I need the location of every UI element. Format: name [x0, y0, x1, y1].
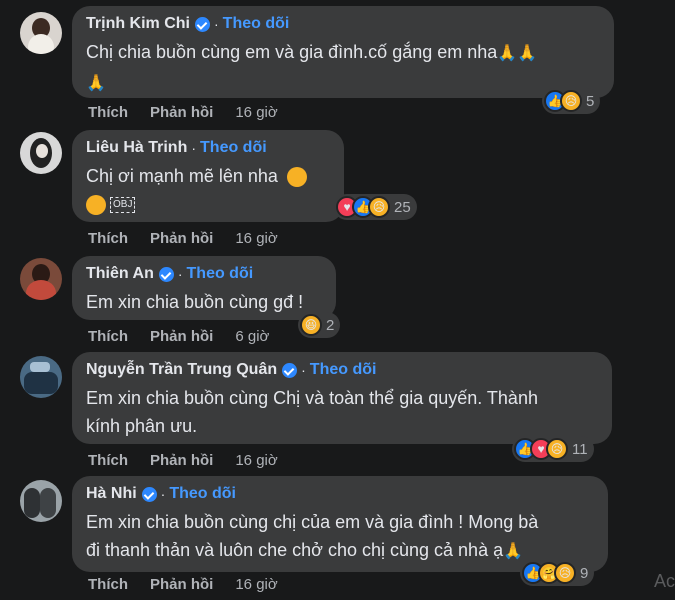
like-button[interactable]: Thích — [88, 452, 128, 469]
watermark-text: Ac — [653, 571, 675, 591]
reaction-count: 11 — [572, 440, 588, 458]
praying-hands-icon: 🙏🙏 — [497, 45, 538, 62]
reply-button[interactable]: Phản hồi — [150, 452, 213, 469]
comment-text-line: kính phân ưu. — [86, 416, 198, 436]
sad-reaction-icon: 😥 — [554, 562, 576, 584]
sad-reaction-icon: 😥 — [546, 438, 568, 460]
follow-link[interactable]: Theo dõi — [200, 138, 267, 158]
comment-text-line: đi thanh thản và luôn che chở cho chị cù… — [86, 540, 504, 560]
follow-link[interactable]: Theo dõi — [310, 360, 377, 380]
avatar[interactable] — [20, 12, 62, 54]
comment-timestamp[interactable]: 6 giờ — [235, 328, 269, 345]
separator-dot: · — [301, 362, 306, 378]
comment-actions: Thích Phản hồi 16 giờ — [88, 452, 300, 469]
separator-dot: · — [191, 140, 197, 156]
reaction-count: 5 — [586, 92, 595, 110]
commenter-name[interactable]: Nguyễn Trần Trung Quân — [86, 360, 277, 380]
reaction-summary[interactable]: 😆 2 — [298, 312, 341, 338]
comment-timestamp[interactable]: 16 giờ — [235, 452, 277, 469]
sad-reaction-icon: 😥 — [560, 90, 582, 112]
verified-badge-icon — [141, 486, 157, 502]
comment-text: Chị ơi mạnh mẽ lên nha OBJ — [86, 162, 330, 218]
reaction-count: 25 — [394, 198, 411, 216]
comment-bubble: Trịnh Kim Chi · Theo dõi Chị chia buồn c… — [72, 6, 614, 98]
reply-button[interactable]: Phản hồi — [150, 104, 213, 121]
commenter-name[interactable]: Hà Nhi — [86, 484, 137, 504]
comment-bubble: Liêu Hà Trinh · Theo dõi Chị ơi mạnh mẽ … — [72, 130, 344, 222]
frowning-face-icon — [286, 167, 307, 188]
comment-bubble: Thiên An · Theo dõi Em xin chia buồn cùn… — [72, 256, 336, 320]
comment-text-line: Chị chia buồn cùng em và gia đình.cố gắn… — [86, 42, 498, 62]
verified-badge-icon — [282, 362, 298, 378]
like-button[interactable]: Thích — [88, 328, 128, 345]
comment-text-line: Em xin chia buồn cùng gđ ! — [86, 292, 304, 312]
avatar[interactable] — [20, 480, 62, 522]
comment-text-line: Em xin chia buồn cùng Chị và toàn thể gi… — [86, 388, 538, 408]
reaction-summary[interactable]: 👍 ♥ 😥 11 — [512, 436, 594, 462]
verified-badge-icon — [158, 266, 174, 282]
haha-reaction-icon: 😆 — [300, 314, 322, 336]
avatar[interactable] — [20, 258, 62, 300]
comment-actions: Thích Phản hồi 16 giờ — [88, 230, 300, 247]
reaction-count: 2 — [326, 316, 335, 334]
comment-actions: Thích Phản hồi 16 giờ — [88, 104, 300, 121]
comment-text: Em xin chia buồn cùng Chị và toàn thể gi… — [86, 384, 598, 440]
separator-dot: · — [214, 16, 219, 32]
comment-bubble: Nguyễn Trần Trung Quân · Theo dõi Em xin… — [72, 352, 612, 444]
comment-actions: Thích Phản hồi 6 giờ — [88, 328, 291, 345]
comment-text-line: Chị ơi mạnh mẽ lên nha — [86, 166, 278, 186]
reaction-summary[interactable]: ♥ 👍 😥 25 — [334, 194, 417, 220]
pleading-face-icon — [86, 195, 106, 216]
separator-dot: · — [177, 266, 183, 282]
comment-timestamp[interactable]: 16 giờ — [235, 230, 277, 247]
like-button[interactable]: Thích — [88, 230, 128, 247]
comment-actions: Thích Phản hồi 16 giờ — [88, 576, 300, 593]
praying-hands-icon: 🙏 — [503, 543, 524, 560]
comment-text-line: Em xin chia buồn cùng chị của em và gia … — [86, 512, 539, 532]
reply-button[interactable]: Phản hồi — [150, 328, 213, 345]
separator-dot: · — [160, 486, 166, 502]
comment-timestamp[interactable]: 16 giờ — [235, 104, 277, 121]
comment-text: Em xin chia buồn cùng gđ ! — [86, 288, 322, 316]
object-placeholder: OBJ — [110, 197, 136, 214]
comment-timestamp[interactable]: 16 giờ — [235, 576, 277, 593]
follow-link[interactable]: Theo dõi — [223, 14, 290, 34]
reaction-count: 9 — [580, 564, 589, 582]
comment-text: Em xin chia buồn cùng chị của em và gia … — [86, 508, 594, 566]
reply-button[interactable]: Phản hồi — [150, 230, 213, 247]
comment-text: Chị chia buồn cùng em và gia đình.cố gắn… — [86, 38, 600, 98]
comment-bubble: Hà Nhi · Theo dõi Em xin chia buồn cùng … — [72, 476, 608, 572]
follow-link[interactable]: Theo dõi — [169, 484, 236, 504]
follow-link[interactable]: Theo dõi — [187, 264, 254, 284]
reaction-summary[interactable]: 👍 🤗 😥 9 — [520, 560, 595, 586]
sad-reaction-icon: 😥 — [368, 196, 390, 218]
like-button[interactable]: Thích — [88, 104, 128, 121]
like-button[interactable]: Thích — [88, 576, 128, 593]
reply-button[interactable]: Phản hồi — [150, 576, 213, 593]
reaction-summary[interactable]: 👍 😥 5 — [542, 88, 601, 114]
verified-badge-icon — [195, 16, 210, 32]
commenter-name[interactable]: Thiên An — [86, 264, 154, 284]
avatar[interactable] — [20, 132, 62, 174]
avatar[interactable] — [20, 356, 62, 398]
commenter-name[interactable]: Trịnh Kim Chi — [86, 14, 190, 34]
praying-hands-icon: 🙏 — [86, 75, 106, 92]
commenter-name[interactable]: Liêu Hà Trinh — [86, 138, 187, 158]
